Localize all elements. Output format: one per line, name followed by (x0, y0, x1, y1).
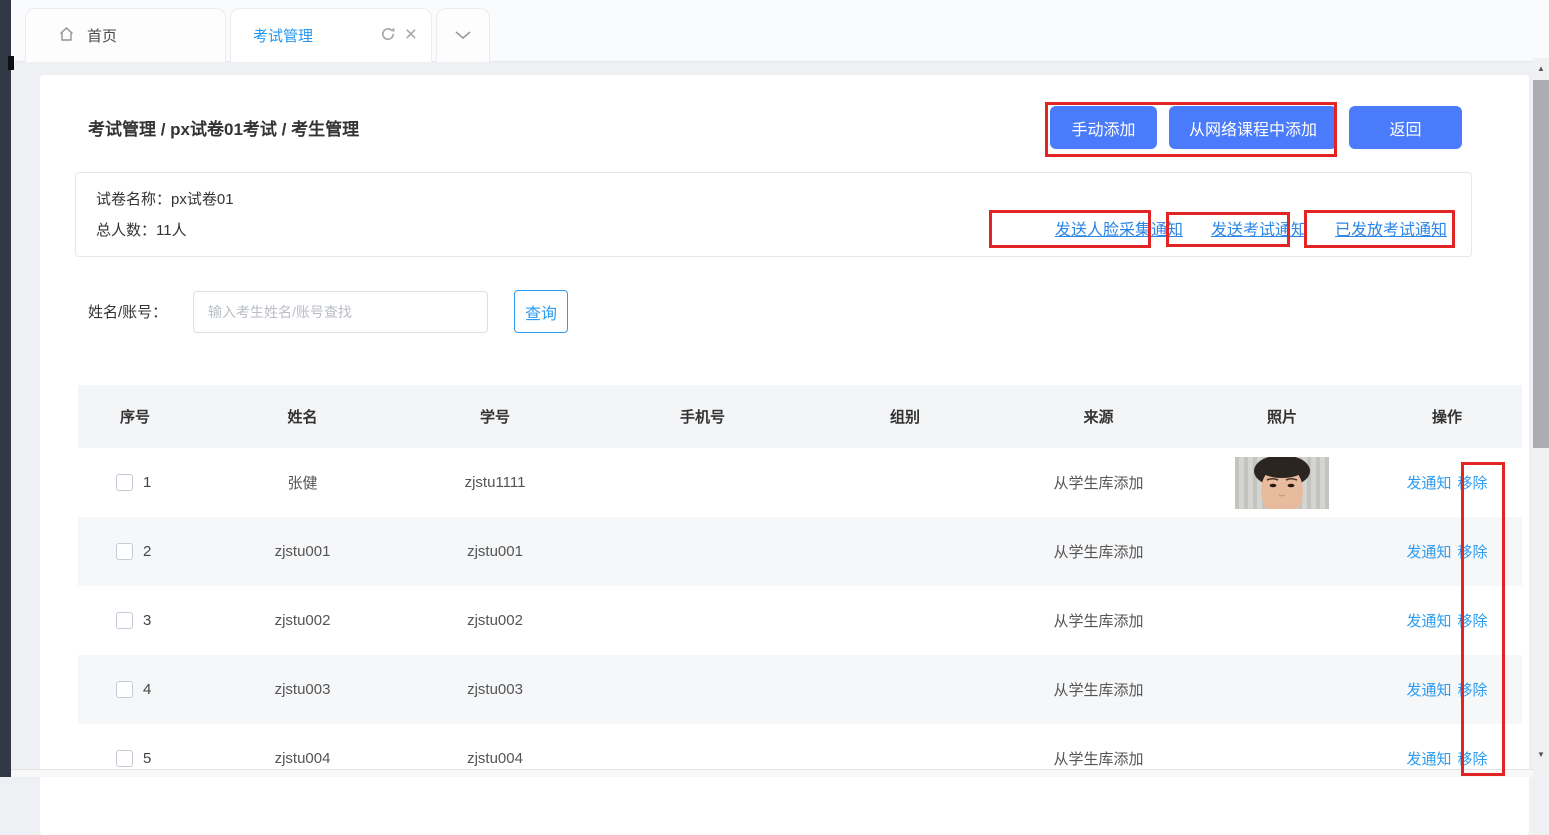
cell-source: 从学生库添加 (1053, 682, 1144, 699)
cell-name: zjstu004 (274, 750, 331, 767)
add-from-course-button[interactable]: 从网络课程中添加 (1169, 106, 1337, 149)
send-exam-notice-link[interactable]: 发送考试通知 (1211, 216, 1307, 240)
remove-link[interactable]: 移除 (1458, 610, 1488, 631)
cell-student-id: zjstu004 (467, 750, 523, 767)
header-group: 组别 (889, 409, 920, 426)
cell-seq: 4 (143, 681, 152, 698)
header-phone: 手机号 (679, 409, 725, 426)
manual-add-button[interactable]: 手动添加 (1050, 106, 1157, 149)
tab-exam-label: 考试管理 (253, 28, 314, 45)
send-notice-link[interactable]: 发通知 (1406, 679, 1451, 700)
back-button[interactable]: 返回 (1349, 106, 1462, 149)
issued-exam-notice-link[interactable]: 已发放考试通知 (1335, 216, 1447, 240)
tab-bar: 首页 考试管理 × (11, 0, 1549, 62)
cell-seq: 2 (143, 543, 152, 560)
search-bar: 姓名/账号： 查询 (88, 290, 1529, 333)
cell-student-id: zjstu003 (467, 681, 523, 698)
header-action: 操作 (1431, 409, 1462, 426)
table-row: 1 张健 zjstu1111 从学生库添加 发通知 移除 (78, 448, 1522, 517)
cell-seq: 3 (143, 612, 152, 629)
remove-link[interactable]: 移除 (1458, 748, 1488, 769)
table-row: 3 zjstu002 zjstu002 从学生库添加 发通知 移除 (78, 586, 1522, 655)
cell-source: 从学生库添加 (1053, 544, 1144, 561)
cell-name: zjstu003 (274, 681, 331, 698)
paper-name-value: px试卷01 (171, 191, 234, 208)
table-row: 5 zjstu004 zjstu004 从学生库添加 发通知 移除 (78, 724, 1522, 793)
chevron-down-icon (454, 27, 472, 44)
send-notice-link[interactable]: 发通知 (1406, 748, 1451, 769)
remove-link[interactable]: 移除 (1458, 541, 1488, 562)
remove-link[interactable]: 移除 (1458, 679, 1488, 700)
cell-student-id: zjstu1111 (464, 474, 526, 491)
cell-seq: 1 (143, 474, 152, 491)
tab-home[interactable]: 首页 (25, 8, 226, 62)
scrollbar-thumb[interactable] (1533, 80, 1549, 448)
cell-seq: 5 (143, 750, 152, 767)
table-row: 4 zjstu003 zjstu003 从学生库添加 发通知 移除 (78, 655, 1522, 724)
row-checkbox[interactable] (116, 474, 133, 491)
cell-source: 从学生库添加 (1053, 475, 1144, 492)
home-icon (58, 26, 75, 46)
table-row: 2 zjstu001 zjstu001 从学生库添加 发通知 移除 (78, 517, 1522, 586)
breadcrumb: 考试管理 / px试卷01考试 / 考生管理 (88, 120, 360, 139)
send-face-collection-link[interactable]: 发送人脸采集通知 (1055, 216, 1183, 240)
total-count-value: 11人 (156, 222, 187, 239)
paper-name-label: 试卷名称： (96, 191, 172, 208)
send-notice-link[interactable]: 发通知 (1406, 472, 1451, 493)
student-photo (1235, 456, 1329, 509)
horizontal-scrollbar[interactable] (11, 769, 1533, 777)
send-notice-link[interactable]: 发通知 (1406, 610, 1451, 631)
search-button[interactable]: 查询 (514, 290, 568, 333)
row-checkbox[interactable] (116, 750, 133, 767)
row-checkbox[interactable] (116, 681, 133, 698)
header-seq: 序号 (120, 409, 151, 426)
tab-dropdown[interactable] (436, 8, 490, 62)
vertical-scrollbar[interactable]: ▲ ▼ (1533, 58, 1549, 777)
header-source: 来源 (1083, 409, 1114, 426)
toolbar: 手动添加 从网络课程中添加 返回 (1050, 106, 1462, 149)
close-icon[interactable]: × (405, 24, 417, 45)
table-header-row: 序号 姓名 学号 手机号 组别 来源 照片 操作 (78, 385, 1522, 448)
refresh-icon[interactable] (380, 26, 396, 46)
tab-exam-management[interactable]: 考试管理 × (230, 8, 432, 62)
exam-info-box: 试卷名称：px试卷01 总人数：11人 发送人脸采集通知 发送考试通知 已发放考… (75, 172, 1472, 257)
scroll-up-button[interactable]: ▲ (1533, 58, 1549, 78)
cell-source: 从学生库添加 (1053, 613, 1144, 630)
cell-source: 从学生库添加 (1053, 751, 1144, 768)
cell-student-id: zjstu002 (467, 612, 523, 629)
cell-name: zjstu001 (274, 543, 331, 560)
header-photo: 照片 (1266, 409, 1297, 426)
scroll-down-button[interactable]: ▼ (1533, 744, 1549, 764)
content-panel: 考试管理 / px试卷01考试 / 考生管理 手动添加 从网络课程中添加 返回 … (40, 75, 1529, 835)
cell-name: 张健 (287, 475, 318, 492)
header-student-id: 学号 (479, 409, 510, 426)
sidebar-notch (8, 56, 14, 70)
cell-student-id: zjstu001 (467, 543, 523, 560)
remove-link[interactable]: 移除 (1458, 472, 1488, 493)
tab-home-label: 首页 (87, 28, 118, 45)
search-label: 姓名/账号： (88, 304, 168, 321)
send-notice-link[interactable]: 发通知 (1406, 541, 1451, 562)
row-checkbox[interactable] (116, 612, 133, 629)
header-name: 姓名 (287, 409, 318, 426)
search-input[interactable] (193, 290, 488, 333)
cell-name: zjstu002 (274, 612, 331, 629)
collapsed-sidebar (0, 0, 11, 777)
total-count-label: 总人数： (96, 222, 157, 239)
row-checkbox[interactable] (116, 543, 133, 560)
students-table: 序号 姓名 学号 手机号 组别 来源 照片 操作 1 张健 zjstu1111 … (78, 385, 1522, 793)
